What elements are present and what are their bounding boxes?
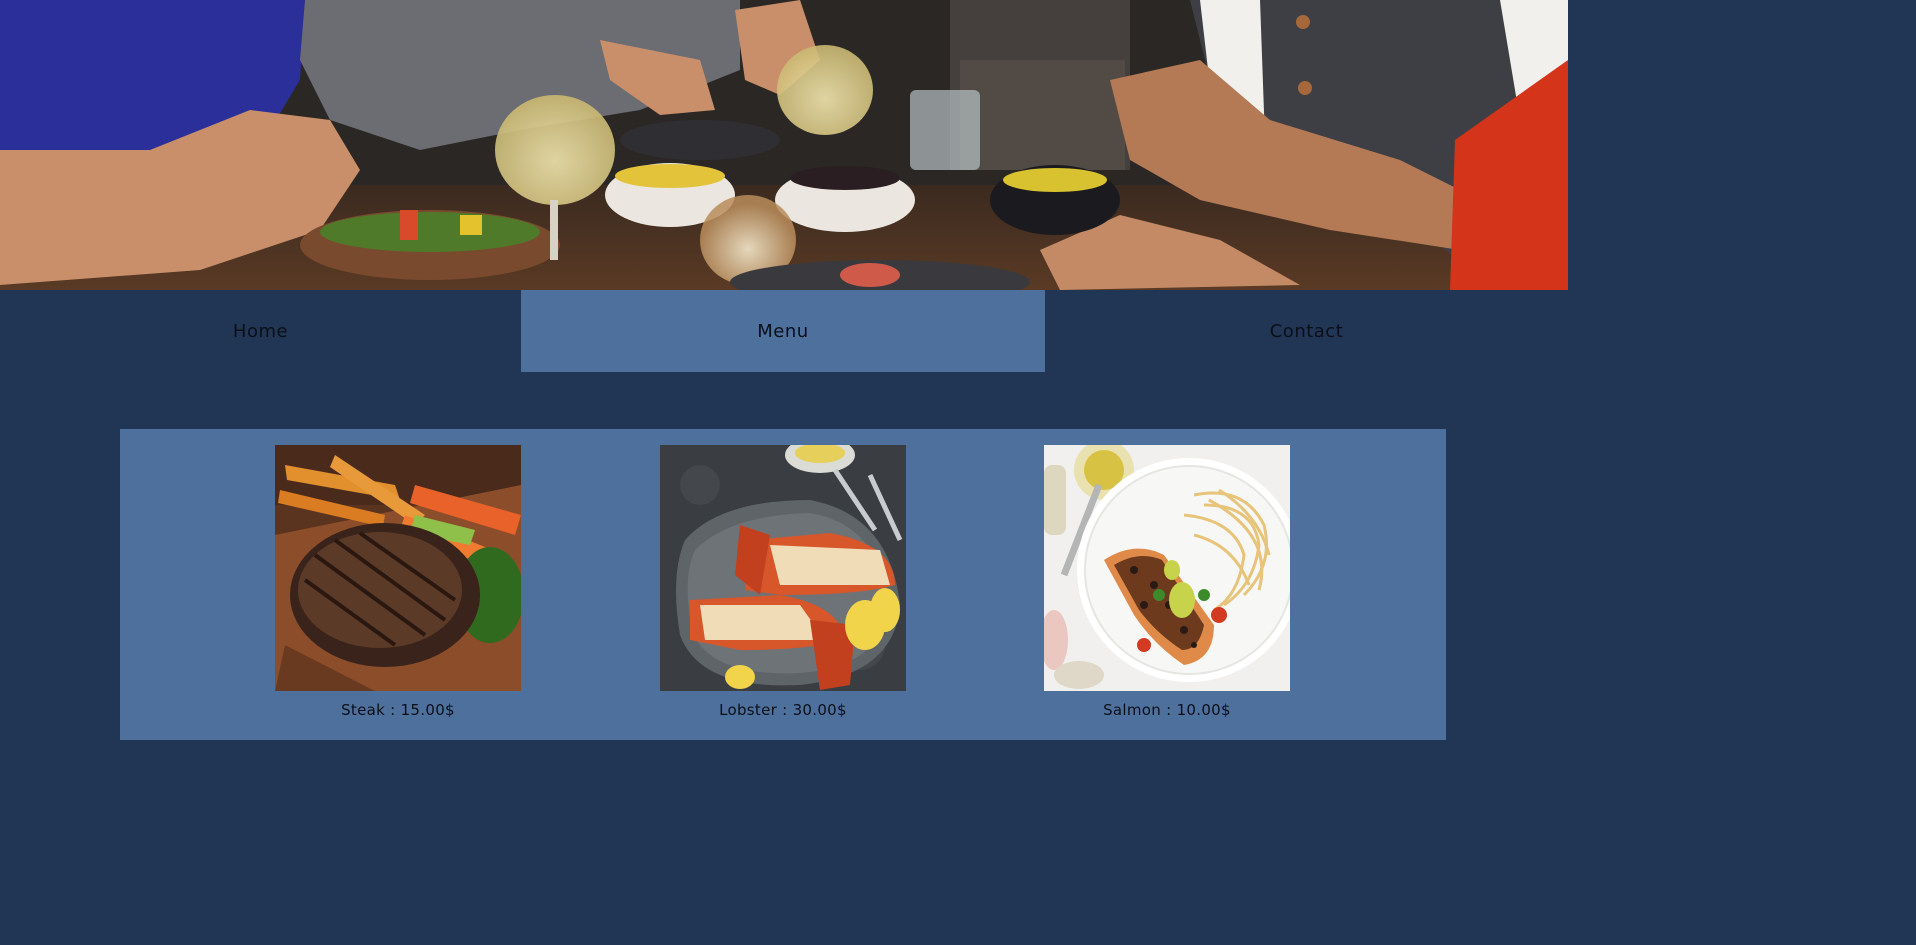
dish-caption-lobster: Lobster : 30.00$ (719, 701, 847, 719)
page: Home Menu Contact Steak: 15.00$ Lobster… (0, 0, 1568, 773)
nav-menu[interactable]: Menu (521, 290, 1045, 372)
lobster-photo (660, 445, 906, 691)
dish-card-lobster: Lobster : 30.00$ (660, 445, 906, 719)
salmon-photo (1044, 445, 1290, 691)
dish-caption-salmon: Salmon : 10.00$ (1103, 701, 1231, 719)
menu-panel: Steak : 15.00$ Lobster: 30.00$ Salmon:… (120, 429, 1446, 740)
dish-card-steak: Steak : 15.00$ (275, 445, 521, 719)
main-nav: Home Menu Contact (0, 290, 1568, 372)
steak-photo (275, 445, 521, 691)
dish-card-salmon: Salmon : 10.00$ (1044, 445, 1290, 719)
dish-caption-steak: Steak : 15.00$ (341, 701, 455, 719)
nav-home[interactable]: Home (0, 290, 521, 372)
hero-banner (0, 0, 1568, 290)
nav-contact[interactable]: Contact (1045, 290, 1568, 372)
hero-image (0, 0, 1568, 290)
